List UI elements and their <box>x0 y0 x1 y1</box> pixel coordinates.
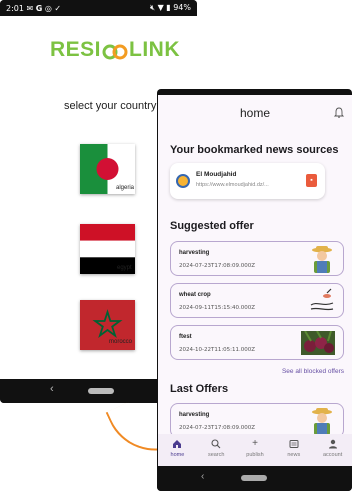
beets-photo <box>301 330 335 355</box>
offer-card[interactable]: harvesting 2024-07-23T17:08:09.000Z <box>170 403 344 438</box>
see-all-blocked-link[interactable]: See all blocked offers <box>282 368 344 375</box>
resilink-logo: RESI LINK <box>50 38 180 62</box>
offer-title: harvesting <box>179 250 210 256</box>
screenshot-stage: 2:01 ✉ G ◎ ✓ 🔇︎ ▼ ▮ 94% RESI LINK select… <box>0 0 352 491</box>
country-label-morocco: morocco <box>109 339 133 345</box>
status-right: 🔇︎ ▼ ▮ 94% <box>150 3 191 13</box>
mail-icon: ✉ <box>26 3 34 13</box>
offer-title: harvesting <box>179 412 210 418</box>
farmer-icon <box>309 407 335 435</box>
status-bar: 2:01 ✉ G ◎ ✓ 🔇︎ ▼ ▮ 94% <box>0 0 197 16</box>
app-bar: home <box>158 95 352 131</box>
wifi-icon: ▼ <box>157 3 164 12</box>
home-pill[interactable] <box>88 388 114 394</box>
nav-search[interactable]: search <box>197 434 236 466</box>
nav-publish[interactable]: + publish <box>236 434 275 466</box>
account-icon <box>326 438 340 449</box>
plus-icon: + <box>252 438 258 449</box>
offer-date: 2024-10-22T11:05:11.000Z <box>179 347 256 353</box>
nav-label: home <box>170 452 185 458</box>
nav-account[interactable]: account <box>313 434 352 466</box>
bookmark-url: https://www.elmoudjahid.dz/... <box>196 182 269 188</box>
status-left: 2:01 ✉ G ◎ ✓ <box>6 4 61 13</box>
logo-left: RESI <box>50 38 102 61</box>
country-label-algeria: algeria <box>116 185 135 191</box>
home-icon <box>170 438 184 449</box>
globe-icon <box>176 174 190 188</box>
logo-mark-icon <box>102 42 128 60</box>
instagram-icon: ◎ <box>44 3 52 13</box>
offer-title: ftest <box>179 334 192 340</box>
home-pill[interactable] <box>241 475 267 481</box>
farmer-icon <box>309 245 335 273</box>
back-icon[interactable]: ‹ <box>201 471 204 482</box>
offer-date: 2024-07-23T17:08:09.000Z <box>179 425 256 431</box>
bookmark-card[interactable]: El Moudjahid https://www.elmoudjahid.dz/… <box>170 163 325 199</box>
mute-icon: 🔇︎ <box>149 3 156 12</box>
nav-label: account <box>322 452 343 458</box>
bookmarks-title: Your bookmarked news sources <box>170 144 339 156</box>
offer-date: 2024-07-23T17:08:09.000Z <box>179 263 256 269</box>
offer-card[interactable]: wheat crop 2024-09-11T15:15:40.000Z <box>170 283 344 318</box>
app-bar-title: home <box>239 106 271 120</box>
bell-icon[interactable] <box>333 106 345 118</box>
logo-right: LINK <box>129 38 181 61</box>
bottom-nav: home search + publish news account <box>158 434 352 466</box>
suggested-title: Suggested offer <box>170 220 254 232</box>
google-icon: G <box>35 3 43 13</box>
search-icon <box>209 438 223 449</box>
front-phone: home Your bookmarked news sources El Mou… <box>157 89 352 491</box>
check-icon: ✓ <box>54 3 62 13</box>
nav-label: news <box>287 452 301 458</box>
status-time: 2:01 <box>6 3 24 13</box>
offer-card[interactable]: ftest 2024-10-22T11:05:11.000Z <box>170 325 344 360</box>
back-icon[interactable]: ‹ <box>50 383 54 395</box>
offer-card[interactable]: harvesting 2024-07-23T17:08:09.000Z <box>170 241 344 276</box>
home-screen: home Your bookmarked news sources El Mou… <box>158 95 352 466</box>
trash-icon[interactable]: ▪ <box>306 174 317 187</box>
offer-date: 2024-09-11T15:15:40.000Z <box>179 305 256 311</box>
hand-wheat-icon <box>309 287 335 315</box>
country-label-egypt: egypt <box>117 265 132 271</box>
nav-label: publish <box>246 452 264 458</box>
nav-home[interactable]: home <box>158 434 197 466</box>
battery-icon: ▮ <box>166 3 171 12</box>
offer-title: wheat crop <box>179 292 211 298</box>
last-offers-title: Last Offers <box>170 383 229 395</box>
nav-news[interactable]: news <box>274 434 313 466</box>
nav-label: search <box>207 452 225 458</box>
bookmark-name: El Moudjahid <box>196 171 237 178</box>
page-title: select your country <box>64 100 157 112</box>
battery-level: 94% <box>173 3 191 12</box>
system-nav-bar: ‹ <box>157 466 352 491</box>
news-icon <box>287 438 301 449</box>
